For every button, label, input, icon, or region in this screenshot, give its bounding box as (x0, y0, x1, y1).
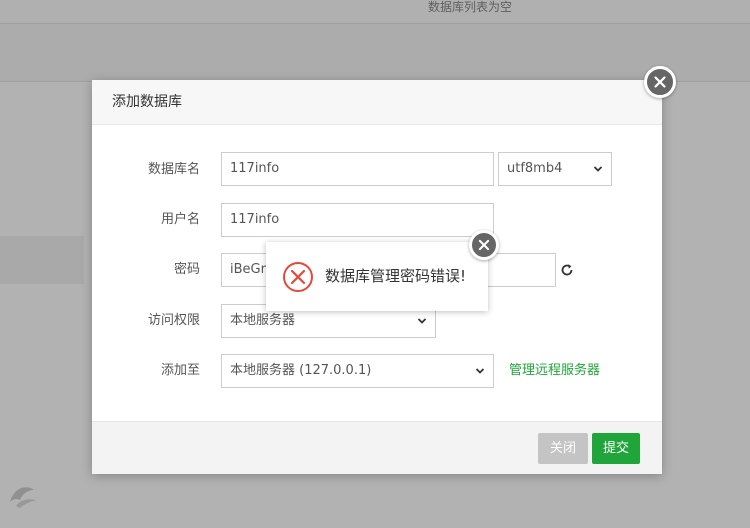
dialog-footer: 关闭 提交 (92, 421, 662, 474)
error-toast: 数据库管理密码错误! (266, 230, 499, 311)
close-button[interactable]: 关闭 (538, 433, 588, 464)
error-message: 数据库管理密码错误! (325, 267, 467, 285)
db-name-input[interactable]: 117info (221, 152, 494, 186)
db-name-label: 数据库名 (147, 162, 200, 177)
chevron-down-icon (417, 318, 427, 324)
username-value: 117info (230, 212, 280, 227)
chevron-down-icon (475, 368, 485, 374)
close-icon (654, 76, 666, 88)
dialog-title: 添加数据库 (92, 80, 662, 125)
chevron-down-icon (593, 166, 603, 172)
access-value: 本地服务器 (230, 313, 296, 328)
access-label: 访问权限 (147, 313, 200, 328)
add-to-value: 本地服务器 (127.0.0.1) (230, 363, 372, 378)
toast-close-button[interactable] (469, 230, 499, 260)
close-icon (478, 239, 490, 251)
refresh-icon[interactable] (560, 263, 574, 277)
username-input[interactable]: 117info (221, 203, 494, 237)
username-label: 用户名 (160, 212, 200, 227)
password-value: iBeGrl (230, 262, 270, 277)
charset-select[interactable]: utf8mb4 (498, 152, 612, 186)
submit-button[interactable]: 提交 (592, 433, 640, 464)
db-name-value: 117info (230, 161, 280, 176)
manage-remote-servers-link[interactable]: 管理远程服务器 (509, 354, 600, 388)
dialog-close-button[interactable] (644, 66, 676, 98)
error-circle-icon (283, 262, 313, 292)
password-label: 密码 (173, 262, 200, 277)
add-to-label: 添加至 (160, 363, 200, 378)
charset-value: utf8mb4 (507, 161, 563, 176)
add-to-select[interactable]: 本地服务器 (127.0.0.1) (221, 354, 494, 388)
